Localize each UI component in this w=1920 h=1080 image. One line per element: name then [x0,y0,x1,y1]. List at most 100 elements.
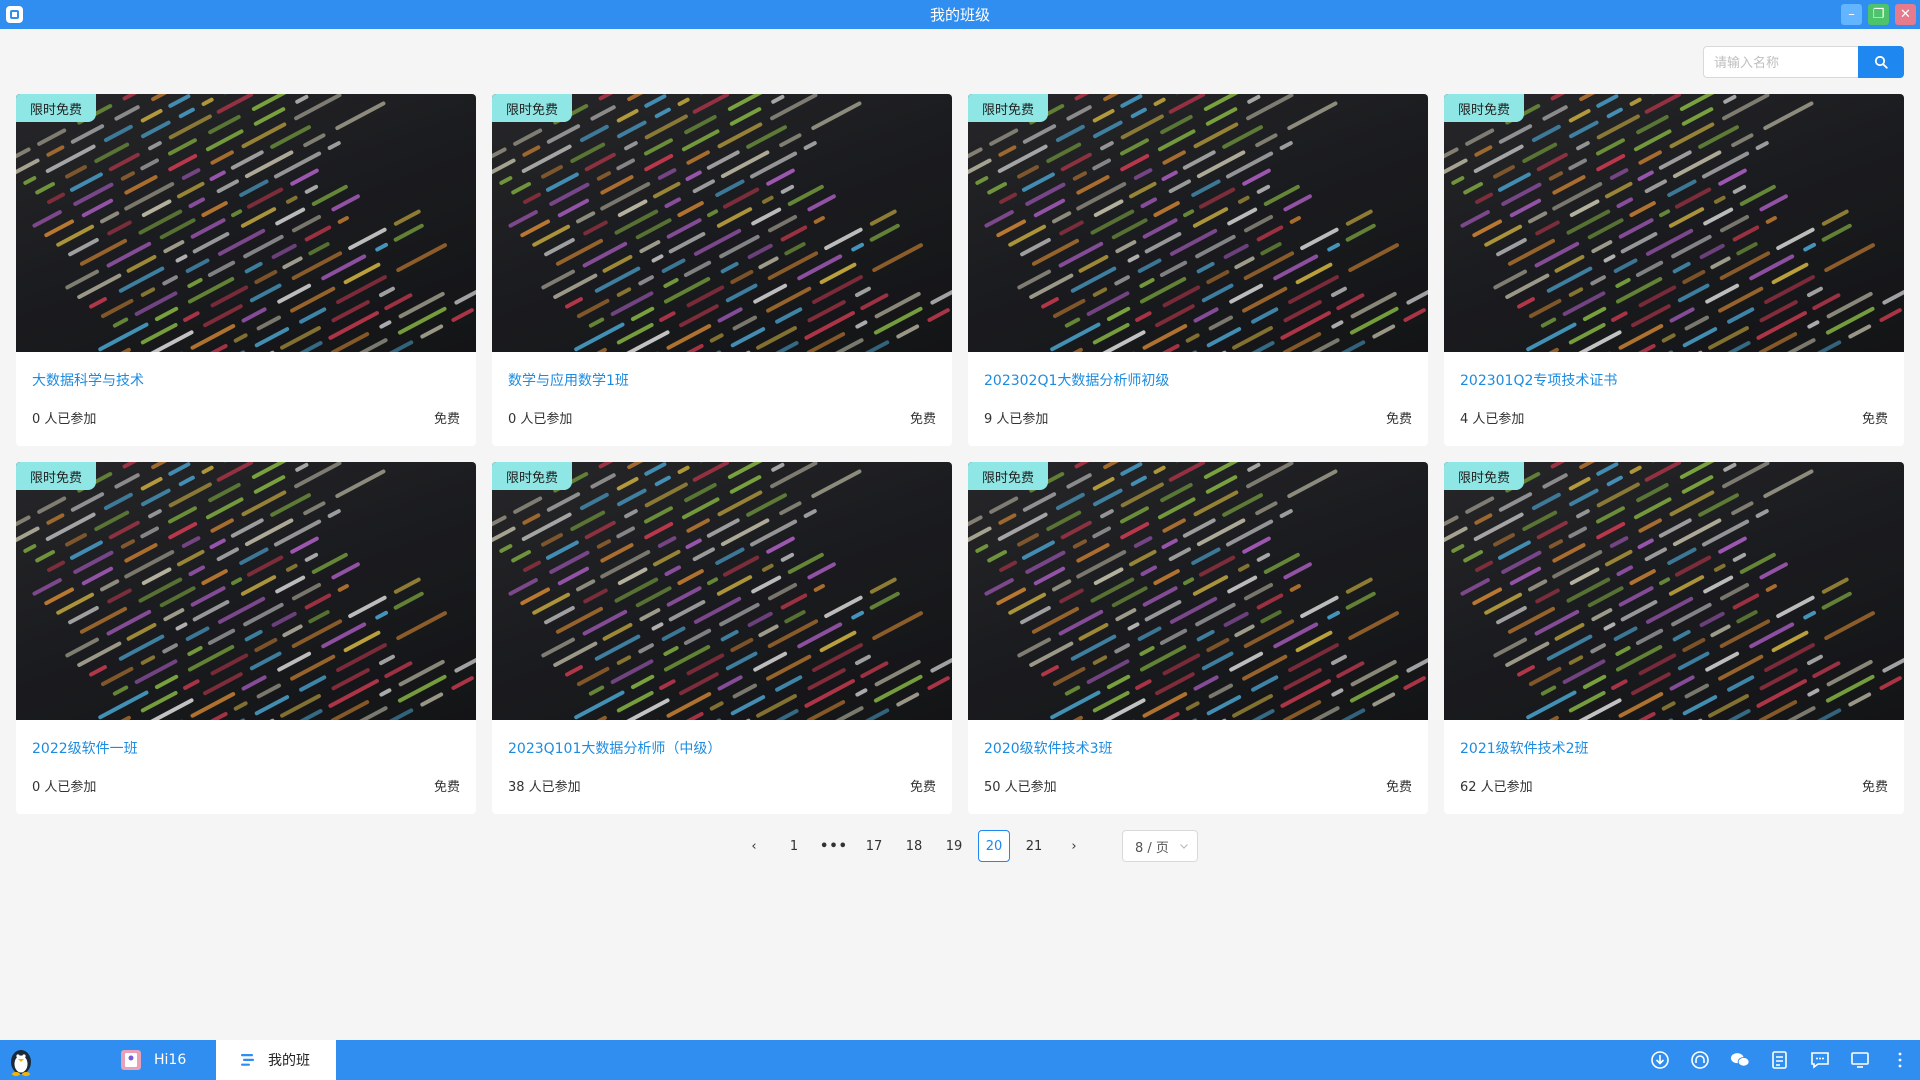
class-card[interactable]: 限时免费 2022级软件一班 0 人已参加 免费 [16,462,476,814]
taskbar-tab-hi16[interactable]: Hi16 [120,1040,216,1080]
app-logo-icon [6,6,23,23]
class-card[interactable]: 限时免费 202302Q1大数据分析师初级 9 人已参加 免费 [968,94,1428,446]
participant-count: 0 人已参加 [32,412,97,427]
class-title[interactable]: 数学与应用数学1班 [508,370,629,390]
class-meta: 38 人已参加 免费 [508,776,936,795]
class-meta: 0 人已参加 免费 [32,408,460,427]
page-jump-ellipsis[interactable]: ••• [818,830,850,862]
page-size-select[interactable]: 8 / 页 [1122,830,1198,862]
class-meta: 9 人已参加 免费 [984,408,1412,427]
class-title[interactable]: 2021级软件技术2班 [1460,738,1589,758]
prev-page-button[interactable]: ‹ [738,830,770,862]
class-cover-image[interactable]: 限时免费 [968,462,1428,720]
class-meta: 4 人已参加 免费 [1460,408,1888,427]
limited-free-badge: 限时免费 [16,462,97,490]
taskbar-tab-label: 我的班 [268,1053,310,1069]
wechat-icon[interactable] [1730,1050,1750,1070]
class-title[interactable]: 202302Q1大数据分析师初级 [984,370,1169,390]
search-button[interactable] [1858,46,1904,78]
class-cover-image[interactable]: 限时免费 [16,462,476,720]
class-title[interactable]: 2020级软件技术3班 [984,738,1113,758]
class-title[interactable]: 202301Q2专项技术证书 [1460,370,1617,390]
class-card[interactable]: 限时免费 2020级软件技术3班 50 人已参加 免费 [968,462,1428,814]
page-size-value: 8 / 页 [1135,840,1169,856]
taskbar-tab-my-class[interactable]: 我的班 [216,1040,336,1080]
class-meta: 62 人已参加 免费 [1460,776,1888,795]
window-titlebar: 我的班级 – ❐ ✕ [0,0,1920,29]
class-title[interactable]: 2023Q101大数据分析师（中级） [508,738,721,758]
close-button[interactable]: ✕ [1895,4,1916,25]
class-card[interactable]: 限时免费 202301Q2专项技术证书 4 人已参加 免费 [1444,94,1904,446]
limited-free-badge: 限时免费 [968,462,1049,490]
window-controls: – ❐ ✕ [1841,4,1916,25]
class-card-grid: 限时免费 大数据科学与技术 0 人已参加 免费 限时免费 数学与应用数学1班 0… [16,94,1904,814]
page-item-20-current[interactable]: 20 [978,830,1010,862]
limited-free-badge: 限时免费 [968,94,1049,122]
start-menu-button[interactable] [6,1046,36,1076]
class-cover-image[interactable]: 限时免费 [968,94,1428,352]
price-label: 免费 [909,780,936,795]
participant-count: 50 人已参加 [984,780,1057,795]
code-screen-image [1444,94,1904,352]
class-card[interactable]: 限时免费 2021级软件技术2班 62 人已参加 免费 [1444,462,1904,814]
class-title[interactable]: 2022级软件一班 [32,738,138,758]
minimize-button[interactable]: – [1841,4,1862,25]
code-screen-image [16,94,476,352]
price-label: 免费 [433,412,460,427]
code-screen-image [1444,462,1904,720]
chevron-down-icon [1180,844,1188,849]
page-item-1[interactable]: 1 [778,830,810,862]
code-screen-image [492,94,952,352]
page-item-17[interactable]: 17 [858,830,890,862]
next-page-button[interactable]: › [1058,830,1090,862]
search-input[interactable] [1703,46,1858,78]
search-icon [1874,55,1888,69]
class-cover-image[interactable]: 限时免费 [1444,462,1904,720]
price-label: 免费 [1861,412,1888,427]
limited-free-badge: 限时免费 [1444,94,1525,122]
taskbar: Hi16 我的班 [0,1040,1920,1080]
class-cover-image[interactable]: 限时免费 [492,462,952,720]
penguin-logo-icon [11,1050,31,1076]
limited-free-badge: 限时免费 [1444,462,1525,490]
price-label: 免费 [1385,412,1412,427]
class-title[interactable]: 大数据科学与技术 [32,370,144,390]
hi16-app-icon [121,1050,141,1070]
limited-free-badge: 限时免费 [16,94,97,122]
headphones-icon[interactable] [1690,1050,1710,1070]
class-card[interactable]: 限时免费 2023Q101大数据分析师（中级） 38 人已参加 免费 [492,462,952,814]
maximize-button[interactable]: ❐ [1868,4,1889,25]
participant-count: 38 人已参加 [508,780,581,795]
download-icon[interactable] [1650,1050,1670,1070]
price-label: 免费 [909,412,936,427]
code-screen-image [492,462,952,720]
search-bar [1703,46,1904,78]
participant-count: 4 人已参加 [1460,412,1525,427]
price-label: 免费 [1385,780,1412,795]
class-list-icon [241,1054,254,1066]
class-card[interactable]: 限时免费 数学与应用数学1班 0 人已参加 免费 [492,94,952,446]
system-tray [1650,1050,1910,1070]
class-cover-image[interactable]: 限时免费 [1444,94,1904,352]
code-screen-image [16,462,476,720]
class-cover-image[interactable]: 限时免费 [492,94,952,352]
page-item-21[interactable]: 21 [1018,830,1050,862]
class-cover-image[interactable]: 限时免费 [16,94,476,352]
more-icon[interactable] [1890,1050,1910,1070]
class-meta: 0 人已参加 免费 [32,776,460,795]
code-screen-image [968,462,1428,720]
participant-count: 62 人已参加 [1460,780,1533,795]
page-item-19[interactable]: 19 [938,830,970,862]
taskbar-tab-label: Hi16 [154,1052,187,1068]
pagination: ‹ 1 ••• 17 18 19 20 21 › 8 / 页 [738,830,1198,862]
class-card[interactable]: 限时免费 大数据科学与技术 0 人已参加 免费 [16,94,476,446]
page-item-18[interactable]: 18 [898,830,930,862]
notes-icon[interactable] [1770,1050,1790,1070]
code-screen-image [968,94,1428,352]
monitor-icon[interactable] [1850,1050,1870,1070]
price-label: 免费 [1861,780,1888,795]
chat-icon[interactable] [1810,1050,1830,1070]
participant-count: 0 人已参加 [508,412,573,427]
class-meta: 50 人已参加 免费 [984,776,1412,795]
limited-free-badge: 限时免费 [492,94,573,122]
